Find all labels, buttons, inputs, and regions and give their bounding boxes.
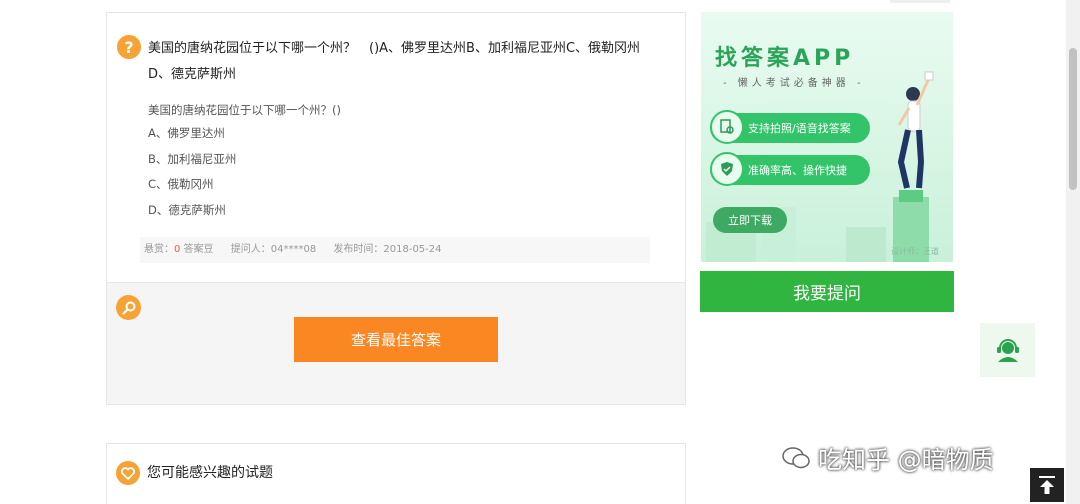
reward-label: 悬赏： bbox=[144, 244, 174, 255]
question-title: 美国的唐纳花园位于以下哪一个州？ ()A、佛罗里达州B、加利福尼亚州C、俄勒冈州… bbox=[148, 41, 641, 82]
option-c: C、俄勒冈州 bbox=[148, 177, 214, 191]
search-document-icon bbox=[710, 110, 744, 144]
question-meta: 悬赏：0 答案豆 提问人：04****08 发布时间：2018-05-24 bbox=[140, 237, 650, 263]
ad-feature-label: 支持拍照/语音找答案 bbox=[748, 122, 851, 135]
wechat-icon bbox=[782, 446, 810, 468]
ad-feature-photo-voice: 支持拍照/语音找答案 bbox=[710, 110, 870, 144]
customer-service-icon bbox=[996, 339, 1019, 362]
top-tab-edge bbox=[890, 0, 950, 3]
app-ad-banner[interactable]: 找答案APP - 懒人考试必备神器 - 支持拍照/语音找答案 准确率高、操作快捷… bbox=[701, 12, 953, 262]
vertical-scrollbar[interactable] bbox=[1066, 0, 1080, 504]
view-best-answer-button[interactable]: 查看最佳答案 bbox=[294, 317, 498, 362]
date-info: 发布时间：2018-05-24 bbox=[333, 244, 441, 255]
watermark-text: 吃知乎 @暗物质 bbox=[818, 446, 994, 474]
customer-service-button[interactable] bbox=[980, 323, 1035, 377]
question-body: 美国的唐纳花园位于以下哪一个州？() A、佛罗里达州 B、加利福尼亚州 C、俄勒… bbox=[148, 99, 341, 223]
magnifier-icon bbox=[116, 295, 141, 320]
date-label: 发布时间： bbox=[333, 244, 384, 255]
heart-icon bbox=[116, 461, 140, 485]
ad-feature-accuracy: 准确率高、操作快捷 bbox=[710, 152, 870, 186]
option-d: D、德克萨斯州 bbox=[148, 202, 226, 217]
ad-title: 找答案APP bbox=[715, 46, 855, 71]
watermark: 吃知乎 @暗物质 bbox=[782, 440, 994, 475]
asker-value: 04****08 bbox=[270, 244, 317, 255]
question-mark-icon: ? bbox=[117, 35, 141, 59]
back-to-top-button[interactable] bbox=[1030, 468, 1064, 502]
arrow-up-icon bbox=[1039, 476, 1055, 494]
page: ? 美国的唐纳花园位于以下哪一个州？ ()A、佛罗里达州B、加利福尼亚州C、俄勒… bbox=[0, 0, 1080, 504]
ad-feature-label: 准确率高、操作快捷 bbox=[748, 164, 847, 177]
answer-area: 查看最佳答案 bbox=[107, 282, 685, 404]
asker-label: 提问人： bbox=[230, 244, 271, 255]
date-value: 2018-05-24 bbox=[383, 244, 442, 255]
reward-info: 悬赏：0 答案豆 bbox=[144, 244, 214, 255]
download-now-button[interactable]: 立即下载 bbox=[713, 207, 787, 233]
reward-unit: 答案豆 bbox=[180, 244, 214, 255]
shield-check-icon bbox=[710, 152, 744, 186]
option-a: A、佛罗里达州 bbox=[148, 126, 225, 140]
ad-subtitle: - 懒人考试必备神器 - bbox=[723, 78, 865, 89]
related-questions-title: 您可能感兴趣的试题 bbox=[147, 465, 273, 481]
ad-credit: 设计师：王道 bbox=[891, 247, 939, 256]
asker-info: 提问人：04****08 bbox=[231, 244, 316, 255]
scrollbar-thumb[interactable] bbox=[1069, 48, 1077, 190]
option-b: B、加利福尼亚州 bbox=[148, 151, 237, 166]
related-questions-card: 您可能感兴趣的试题 bbox=[106, 443, 686, 504]
person-illustration bbox=[897, 71, 934, 189]
question-card: ? 美国的唐纳花园位于以下哪一个州？ ()A、佛罗里达州B、加利福尼亚州C、俄勒… bbox=[106, 12, 686, 405]
ask-question-button[interactable]: 我要提问 bbox=[700, 271, 954, 312]
question-stem: 美国的唐纳花园位于以下哪一个州？() bbox=[148, 103, 341, 117]
